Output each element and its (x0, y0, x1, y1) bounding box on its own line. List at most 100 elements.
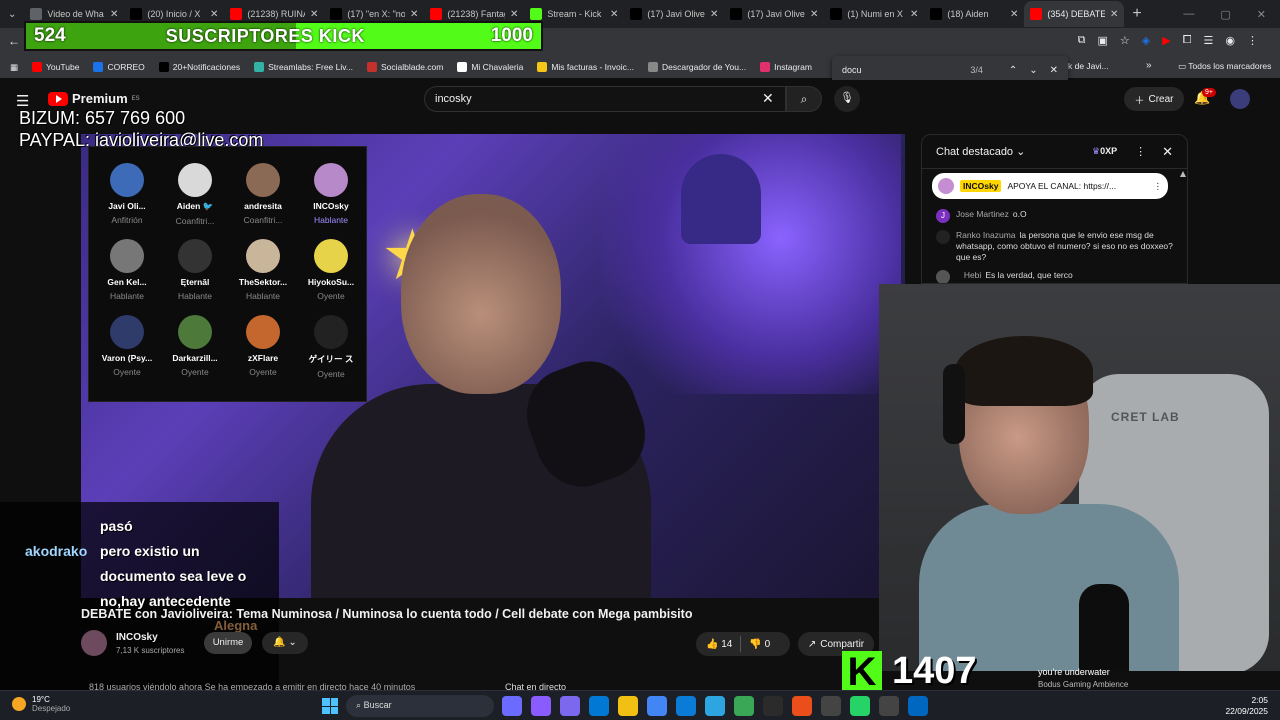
tab-close-icon[interactable]: ✕ (710, 9, 718, 20)
bookmark-item[interactable]: Mis facturas - Invoic... (537, 62, 634, 72)
back-icon[interactable]: ← (8, 34, 20, 48)
windows-start-icon[interactable] (322, 698, 338, 714)
taskbar-app-icon[interactable] (618, 696, 638, 716)
chat-scrollbar[interactable] (1180, 171, 1186, 281)
taskbar-app-icon[interactable] (879, 696, 899, 716)
find-close-icon[interactable]: ✕ (1050, 65, 1058, 76)
taskbar-app-icon[interactable] (734, 696, 754, 716)
participant[interactable]: zXFlare Oyente (228, 315, 298, 377)
bookmark-item[interactable]: 20+Notificaciones (158, 62, 240, 72)
participant[interactable]: Gen Kel... Hablante (92, 239, 162, 301)
browser-tab[interactable]: (18) Aiden ✕ (924, 1, 1024, 27)
tab-close-icon[interactable]: ✕ (910, 9, 918, 20)
sidebar-icon[interactable]: ☰ (1204, 34, 1214, 47)
taskbar-app-icon[interactable] (821, 696, 841, 716)
bookmark-star-icon[interactable]: ☆ (1120, 34, 1130, 47)
subscribe-bell-button[interactable]: 🔔 ⌄ (262, 632, 308, 654)
taskbar-app-icon[interactable] (647, 696, 667, 716)
find-input[interactable]: docu (842, 65, 970, 75)
bookmark-item[interactable]: Mi Chavaleria (457, 62, 523, 72)
create-button[interactable]: ＋ Crear (1124, 87, 1184, 111)
system-clock[interactable]: 2:05 22/09/2025 (1225, 695, 1268, 717)
window-close-icon[interactable]: ✕ (1257, 8, 1266, 21)
taskbar-app-icon[interactable] (850, 696, 870, 716)
participant[interactable]: ゲイリー ス Oyente (296, 315, 366, 379)
taskbar-search[interactable]: ⌕ Buscar (346, 695, 494, 717)
voice-search-button[interactable]: 🎙 (834, 86, 860, 112)
install-icon[interactable]: ⧉ (1078, 34, 1086, 47)
taskbar-app-icon[interactable] (908, 696, 928, 716)
dislike-button[interactable]: 👎 0 (749, 639, 770, 650)
tab-close-icon[interactable]: ✕ (610, 9, 618, 20)
extensions-puzzle-icon[interactable]: ⧠ (1183, 34, 1192, 47)
taskbar-app-icon[interactable] (792, 696, 812, 716)
browser-tab[interactable]: (354) DEBATE ✕ (1024, 1, 1125, 27)
minimize-icon[interactable]: — (1183, 8, 1194, 21)
all-bookmarks-link[interactable]: ▭ Todos los marcadores (1178, 61, 1271, 72)
bookmark-item[interactable]: Descargador de You... (647, 62, 746, 72)
participant[interactable]: Ęternāl Hablante (160, 239, 230, 301)
clear-search-icon[interactable]: ✕ (762, 90, 774, 107)
channel-name[interactable]: INCOsky (116, 632, 158, 643)
youtube-logo[interactable]: Premium ES (48, 91, 140, 106)
tab-close-icon[interactable]: ✕ (810, 9, 818, 20)
taskbar-app-icon[interactable] (676, 696, 696, 716)
chat-username[interactable]: Jose Martinez (956, 209, 1009, 219)
participant[interactable]: INCOsky Hablante (296, 163, 366, 225)
find-prev-icon[interactable]: ⌃ (1009, 65, 1017, 76)
participant[interactable]: HiyokoSu... Oyente (296, 239, 366, 301)
tab-search-icon[interactable]: ⌄ (0, 9, 24, 20)
chat-close-icon[interactable]: ✕ (1162, 144, 1173, 160)
find-next-icon[interactable]: ⌄ (1029, 65, 1037, 76)
like-button[interactable]: 👍 14 (706, 639, 732, 650)
extension-icon[interactable]: ◈ (1142, 34, 1150, 47)
chat-username[interactable]: ㅤHebi (956, 270, 981, 280)
chat-more-icon[interactable]: ⋮ (1135, 145, 1146, 158)
taskbar-app-icon[interactable] (763, 696, 783, 716)
pinned-more-icon[interactable]: ⋮ (1154, 181, 1163, 192)
tab-close-icon[interactable]: ✕ (110, 9, 118, 20)
participant[interactable]: Aiden 🐦 Coanfitri... (160, 163, 230, 226)
pinned-message[interactable]: INCOsky APOYA EL CANAL: https://... ⋮ (932, 173, 1168, 199)
chat-mode-select[interactable]: Chat destacado ⌄ (936, 145, 1092, 158)
participant[interactable]: Varon (Psy... Oyente (92, 315, 162, 377)
maximize-icon[interactable]: ▢ (1220, 8, 1230, 21)
tab-close-icon[interactable]: ✕ (410, 9, 418, 20)
search-button[interactable]: ⌕ (786, 86, 822, 112)
profile-icon[interactable]: ◉ (1225, 34, 1235, 47)
tab-close-icon[interactable]: ✕ (1010, 9, 1018, 20)
new-tab-icon[interactable]: + (1124, 5, 1149, 23)
youtube-ext-icon[interactable]: ▶ (1162, 34, 1170, 47)
weather-widget[interactable]: 19°C Despejado (12, 695, 70, 713)
tab-close-icon[interactable]: ✕ (210, 9, 218, 20)
taskbar-app-icon[interactable] (531, 696, 551, 716)
browser-tab[interactable]: (17) Javi Olivei ✕ (724, 1, 824, 27)
participant[interactable]: Darkarzill... Oyente (160, 315, 230, 377)
taskbar-app-icon[interactable] (502, 696, 522, 716)
channel-avatar[interactable] (81, 630, 107, 656)
bookmark-partial[interactable]: k de Javi... (1068, 61, 1109, 71)
apps-grid-icon[interactable]: ▦ (10, 62, 18, 73)
participant[interactable]: Javi Oli... Anfitrión (92, 163, 162, 225)
bookmark-item[interactable]: YouTube (32, 62, 79, 72)
tab-close-icon[interactable]: ✕ (1110, 9, 1118, 20)
bookmark-item[interactable]: Socialblade.com (366, 62, 443, 72)
page-icon[interactable]: ▣ (1097, 34, 1107, 47)
tab-close-icon[interactable]: ✕ (510, 9, 518, 20)
search-input[interactable]: incosky (424, 86, 786, 112)
taskbar-app-icon[interactable] (705, 696, 725, 716)
bookmarks-more-icon[interactable]: » (1146, 60, 1152, 71)
browser-tab[interactable]: (1) Numi en X ✕ (824, 1, 924, 27)
account-avatar[interactable] (1230, 89, 1250, 109)
browser-menu-icon[interactable]: ⋮ (1247, 34, 1258, 47)
tab-close-icon[interactable]: ✕ (310, 9, 318, 20)
chat-username[interactable]: Ranko Inazuma (956, 230, 1016, 240)
taskbar-app-icon[interactable] (589, 696, 609, 716)
join-button[interactable]: Unirme (204, 632, 252, 654)
bookmark-item[interactable]: Streamlabs: Free Liv... (254, 62, 353, 72)
browser-tab[interactable]: (17) Javi Olivei ✕ (624, 1, 724, 27)
bookmark-item[interactable]: Instagram (760, 62, 812, 72)
bookmark-item[interactable]: CORREO (93, 62, 145, 72)
participant[interactable]: TheSektor... Hablante (228, 239, 298, 301)
taskbar-app-icon[interactable] (560, 696, 580, 716)
